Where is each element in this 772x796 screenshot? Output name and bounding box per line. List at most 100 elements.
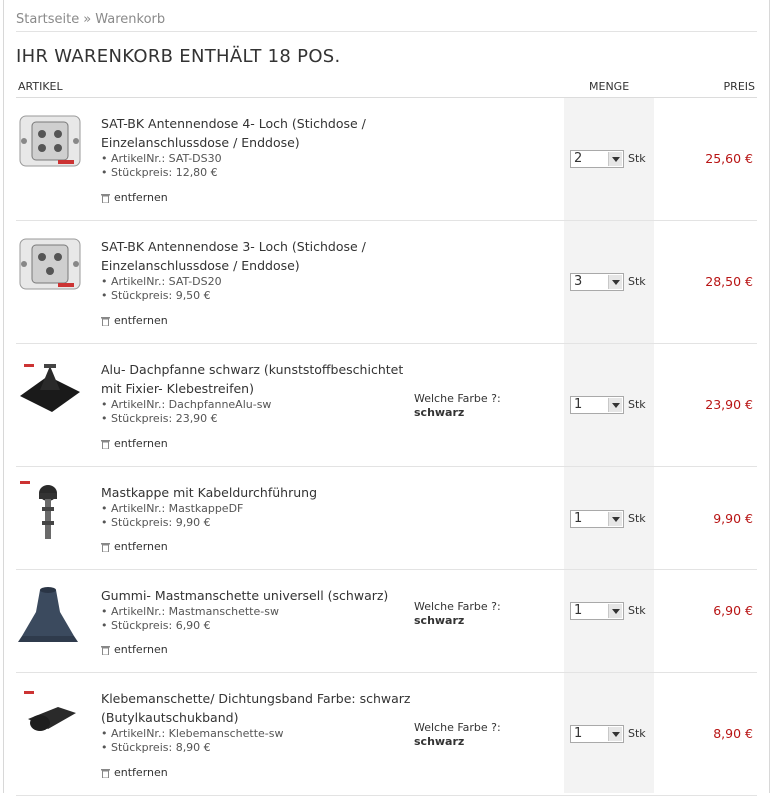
mast-cap-image[interactable]	[18, 479, 82, 543]
breadcrumb-divider	[16, 31, 757, 32]
dropdown-arrow-icon[interactable]	[608, 604, 622, 618]
rubber-mast-collar-image[interactable]	[18, 582, 82, 646]
remove-label: entfernen	[114, 540, 168, 553]
remove-label: entfernen	[114, 314, 168, 327]
trash-icon	[101, 768, 110, 778]
remove-item-link[interactable]: entfernen	[101, 540, 168, 553]
item-name[interactable]: Alu- Dachpfanne schwarz (kunststoffbesch…	[101, 360, 416, 398]
dropdown-arrow-icon[interactable]	[608, 727, 622, 741]
cart-row: Mastkappe mit Kabeldurchführung • Artike…	[16, 467, 757, 570]
item-sku: • ArtikelNr.: DachpfanneAlu-sw	[101, 398, 272, 411]
dropdown-arrow-icon[interactable]	[608, 398, 622, 412]
variant-value: schwarz	[414, 406, 465, 419]
trash-icon	[101, 439, 110, 449]
item-unit-price: • Stückpreis: 23,90 €	[101, 412, 218, 425]
item-sku: • ArtikelNr.: SAT-DS30	[101, 152, 222, 165]
remove-item-link[interactable]: entfernen	[101, 437, 168, 450]
quantity-unit: Stk	[628, 152, 646, 165]
column-header-artikel: ARTIKEL	[18, 80, 63, 93]
item-variant: Welche Farbe ?: schwarz	[414, 600, 501, 628]
item-total-price: 23,90 €	[705, 397, 753, 412]
item-total-price: 25,60 €	[705, 151, 753, 166]
variant-value: schwarz	[414, 614, 465, 627]
item-info: SAT-BK Antennendose 4- Loch (Stichdose /…	[101, 114, 416, 180]
quantity-select[interactable]: 1	[570, 396, 624, 414]
roof-tile-image[interactable]	[18, 356, 82, 420]
cart-items: SAT-BK Antennendose 4- Loch (Stichdose /…	[16, 98, 757, 796]
item-sku: • ArtikelNr.: SAT-DS20	[101, 275, 222, 288]
quantity-select[interactable]: 1	[570, 602, 624, 620]
quantity-select[interactable]: 2	[570, 150, 624, 168]
dropdown-arrow-icon[interactable]	[608, 512, 622, 526]
trash-icon	[101, 645, 110, 655]
quantity-unit: Stk	[628, 727, 646, 740]
dropdown-arrow-icon[interactable]	[608, 152, 622, 166]
cart-row: Alu- Dachpfanne schwarz (kunststoffbesch…	[16, 344, 757, 467]
breadcrumb: Startseite » Warenkorb	[16, 12, 165, 27]
item-sku: • ArtikelNr.: Mastmanschette-sw	[101, 605, 279, 618]
column-header-preis: PREIS	[723, 80, 755, 93]
item-total-price: 9,90 €	[713, 511, 753, 526]
item-unit-price: • Stückpreis: 8,90 €	[101, 741, 211, 754]
breadcrumb-separator: »	[83, 12, 92, 27]
cart-frame: Startseite » Warenkorb IHR WARENKORB ENTHÄ…	[3, 0, 770, 796]
quantity-value: 1	[574, 726, 583, 741]
variant-value: schwarz	[414, 735, 465, 748]
trash-icon	[101, 316, 110, 326]
item-variant: Welche Farbe ?: schwarz	[414, 392, 501, 420]
variant-label: Welche Farbe ?:	[414, 600, 501, 613]
quantity-value: 2	[574, 151, 583, 166]
breadcrumb-current: Warenkorb	[95, 12, 166, 27]
item-info: Gummi- Mastmanschette universell (schwar…	[101, 586, 416, 633]
quantity-select[interactable]: 3	[570, 273, 624, 291]
item-name[interactable]: Mastkappe mit Kabeldurchführung	[101, 483, 416, 502]
remove-item-link[interactable]: entfernen	[101, 191, 168, 204]
variant-label: Welche Farbe ?:	[414, 392, 501, 405]
item-info: Klebemanschette/ Dichtungsband Farbe: sc…	[101, 689, 416, 755]
remove-item-link[interactable]: entfernen	[101, 643, 168, 656]
item-total-price: 6,90 €	[713, 603, 753, 618]
item-info: Mastkappe mit Kabeldurchführung • Artike…	[101, 483, 416, 530]
remove-item-link[interactable]: entfernen	[101, 766, 168, 779]
trash-icon	[101, 542, 110, 552]
item-unit-price: • Stückpreis: 6,90 €	[101, 619, 211, 632]
breadcrumb-home-link[interactable]: Startseite	[16, 12, 79, 27]
page-title: IHR WARENKORB ENTHÄLT 18 POS.	[16, 46, 341, 67]
quantity-value: 1	[574, 511, 583, 526]
antenna-socket-4-hole-image[interactable]	[18, 110, 82, 174]
column-header-menge: MENGE	[589, 80, 630, 93]
dropdown-arrow-icon[interactable]	[608, 275, 622, 289]
item-info: SAT-BK Antennendose 3- Loch (Stichdose /…	[101, 237, 416, 303]
cart-row: Gummi- Mastmanschette universell (schwar…	[16, 570, 757, 673]
quantity-unit: Stk	[628, 512, 646, 525]
item-name[interactable]: SAT-BK Antennendose 3- Loch (Stichdose /…	[101, 237, 416, 275]
cart-row: SAT-BK Antennendose 4- Loch (Stichdose /…	[16, 98, 757, 221]
item-total-price: 8,90 €	[713, 726, 753, 741]
item-sku: • ArtikelNr.: Klebemanschette-sw	[101, 727, 284, 740]
quantity-unit: Stk	[628, 398, 646, 411]
cart-row: SAT-BK Antennendose 3- Loch (Stichdose /…	[16, 221, 757, 344]
item-unit-price: • Stückpreis: 12,80 €	[101, 166, 218, 179]
remove-label: entfernen	[114, 766, 168, 779]
item-info: Alu- Dachpfanne schwarz (kunststoffbesch…	[101, 360, 416, 426]
quantity-select[interactable]: 1	[570, 510, 624, 528]
quantity-select[interactable]: 1	[570, 725, 624, 743]
item-name[interactable]: SAT-BK Antennendose 4- Loch (Stichdose /…	[101, 114, 416, 152]
quantity-value: 3	[574, 274, 583, 289]
variant-label: Welche Farbe ?:	[414, 721, 501, 734]
remove-label: entfernen	[114, 191, 168, 204]
antenna-socket-3-hole-image[interactable]	[18, 233, 82, 297]
adhesive-collar-image[interactable]	[18, 685, 82, 749]
item-total-price: 28,50 €	[705, 274, 753, 289]
item-variant: Welche Farbe ?: schwarz	[414, 721, 501, 749]
item-unit-price: • Stückpreis: 9,50 €	[101, 289, 211, 302]
remove-label: entfernen	[114, 643, 168, 656]
quantity-unit: Stk	[628, 604, 646, 617]
item-sku: • ArtikelNr.: MastkappeDF	[101, 502, 244, 515]
item-name[interactable]: Gummi- Mastmanschette universell (schwar…	[101, 586, 416, 605]
quantity-value: 1	[574, 397, 583, 412]
remove-item-link[interactable]: entfernen	[101, 314, 168, 327]
remove-label: entfernen	[114, 437, 168, 450]
cart-row: Klebemanschette/ Dichtungsband Farbe: sc…	[16, 673, 757, 796]
item-name[interactable]: Klebemanschette/ Dichtungsband Farbe: sc…	[101, 689, 416, 727]
